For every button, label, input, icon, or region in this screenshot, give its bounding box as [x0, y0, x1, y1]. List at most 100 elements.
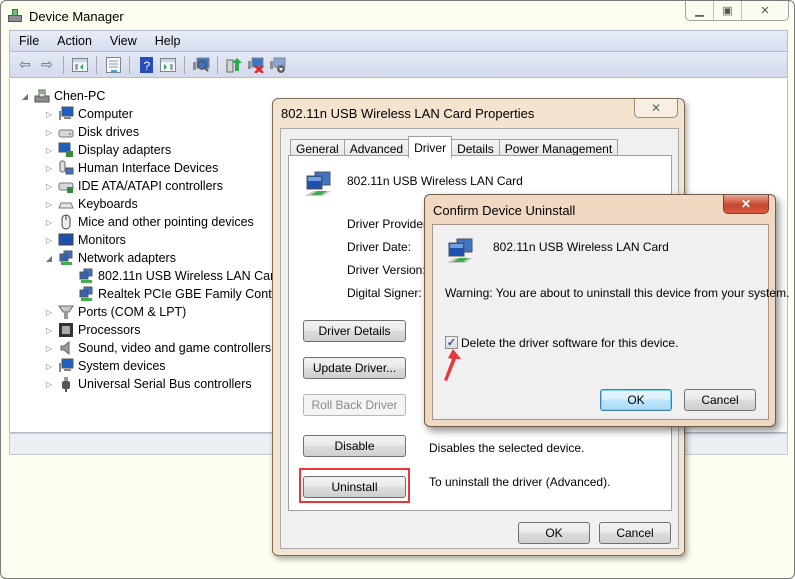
tree-item-label: Universal Serial Bus controllers: [78, 377, 252, 391]
update-driver-button[interactable]: Update Driver...: [303, 357, 406, 379]
tree-item-label: System devices: [78, 359, 166, 373]
menu-bar: File Action View Help: [9, 30, 788, 52]
expand-arrow-icon[interactable]: ▷: [44, 308, 54, 317]
properties-button[interactable]: [103, 56, 123, 74]
menu-view[interactable]: View: [101, 34, 146, 48]
tree-item-monitors[interactable]: ▷ Monitors: [44, 231, 126, 249]
close-icon: ✕: [650, 101, 662, 115]
tree-item-keyboards[interactable]: ▷ Keyboards: [44, 195, 138, 213]
uninstall-highlight-box: [299, 468, 410, 503]
tree-root[interactable]: ◢ Chen-PC: [20, 87, 106, 105]
menu-action[interactable]: Action: [48, 34, 101, 48]
toolbar-separator: [129, 55, 130, 74]
tree-item-mice[interactable]: ▷ Mice and other pointing devices: [44, 213, 254, 231]
speaker-icon: [60, 340, 70, 356]
tree-item-usb[interactable]: ▷ Universal Serial Bus controllers: [44, 375, 252, 393]
expand-arrow-icon[interactable]: ▷: [44, 164, 54, 173]
window-controls: ▁ ▣ ✕: [685, 1, 789, 21]
tree-item-disk-drives[interactable]: ▷ Disk drives: [44, 123, 139, 141]
properties-dialog-title: 802.11n USB Wireless LAN Card Properties: [281, 106, 535, 121]
collapse-arrow-icon[interactable]: ◢: [20, 92, 30, 101]
console-tree-button[interactable]: [70, 56, 90, 74]
tree-item-system-devices[interactable]: ▷ System devices: [44, 357, 166, 375]
properties-ok-button[interactable]: OK: [518, 522, 590, 544]
mouse-icon: [61, 214, 71, 230]
minimize-button[interactable]: ▁: [686, 1, 714, 20]
toolbar-separator: [217, 55, 218, 74]
expand-arrow-icon[interactable]: ▷: [44, 182, 54, 191]
tree-item-ports[interactable]: ▷ Ports (COM & LPT): [44, 303, 186, 321]
expand-arrow-icon[interactable]: ▷: [44, 362, 54, 371]
tree-item-label: Display adapters: [78, 143, 172, 157]
back-button[interactable]: ⇦: [15, 56, 35, 74]
confirm-ok-button[interactable]: OK: [600, 389, 672, 411]
disable-button-toolbar[interactable]: [268, 56, 288, 74]
expand-arrow-icon[interactable]: ▷: [44, 344, 54, 353]
tree-item-label: Monitors: [78, 233, 126, 247]
tree-item-label: Mice and other pointing devices: [78, 215, 254, 229]
tree-item-ide-controllers[interactable]: ▷ IDE ATA/ATAPI controllers: [44, 177, 223, 195]
tab-driver[interactable]: Driver: [408, 136, 453, 158]
expand-arrow-icon[interactable]: ▷: [44, 110, 54, 119]
confirm-close-button[interactable]: ✕: [723, 195, 769, 214]
tree-item-sound[interactable]: ▷ Sound, video and game controllers: [44, 339, 271, 357]
menu-file[interactable]: File: [10, 34, 48, 48]
disable-button[interactable]: Disable: [303, 435, 406, 457]
driver-details-button[interactable]: Driver Details: [303, 320, 406, 342]
tree-item-processors[interactable]: ▷ Processors: [44, 321, 141, 339]
minimize-icon: ▁: [695, 5, 704, 17]
action-pane-button[interactable]: [158, 56, 178, 74]
tree-item-label: Keyboards: [78, 197, 138, 211]
tree-item-label: Sound, video and game controllers: [78, 341, 272, 355]
expand-arrow-icon[interactable]: ▷: [44, 200, 54, 209]
computer-icon: [59, 106, 74, 120]
digital-signer-label: Digital Signer:: [347, 286, 422, 300]
maximize-button[interactable]: ▣: [714, 1, 742, 20]
update-driver-button[interactable]: [224, 56, 244, 74]
tree-item-display-adapters[interactable]: ▷ Display adapters: [44, 141, 171, 159]
tree-item-network-adapters[interactable]: ◢ Network adapters: [44, 249, 176, 267]
network-adapter-icon: [59, 250, 73, 265]
tree-item-label: Disk drives: [78, 125, 140, 139]
tree-item-realtek-controller[interactable]: Realtek PCIe GBE Family Controller: [74, 285, 299, 303]
confirm-cancel-button[interactable]: Cancel: [684, 389, 756, 411]
network-adapter-icon: [305, 171, 331, 196]
tree-item-wireless-lan-card[interactable]: 802.11n USB Wireless LAN Card: [74, 267, 281, 285]
svg-text:?: ?: [143, 59, 150, 73]
expand-arrow-icon[interactable]: ▷: [44, 146, 54, 155]
properties-close-button[interactable]: ✕: [634, 99, 678, 118]
driver-version-label: Driver Version:: [347, 263, 426, 277]
toolbar: ⇦ ⇨ ?: [9, 52, 788, 78]
confirm-device-name: 802.11n USB Wireless LAN Card: [493, 240, 669, 254]
uninstall-button-toolbar[interactable]: [246, 56, 266, 74]
delete-driver-label[interactable]: Delete the driver software for this devi…: [461, 336, 678, 350]
processor-icon: [59, 323, 73, 337]
toolbar-separator: [96, 55, 97, 74]
expand-arrow-icon[interactable]: ▷: [44, 380, 54, 389]
tree-item-hid[interactable]: ▷ Human Interface Devices: [44, 159, 218, 177]
close-icon: ✕: [760, 5, 770, 17]
close-button[interactable]: ✕: [742, 1, 788, 20]
tree-item-computer[interactable]: ▷ Computer: [44, 105, 133, 123]
action-pane-icon: [160, 57, 176, 72]
display-adapter-icon: [58, 142, 73, 157]
expand-arrow-icon[interactable]: ▷: [44, 218, 54, 227]
tree-item-label: 802.11n USB Wireless LAN Card: [98, 269, 282, 283]
help-button[interactable]: ?: [136, 56, 156, 74]
expand-arrow-icon[interactable]: ▷: [44, 326, 54, 335]
forward-button[interactable]: ⇨: [37, 56, 57, 74]
menu-help[interactable]: Help: [146, 34, 190, 48]
tree-item-label: Computer: [78, 107, 133, 121]
confirm-body: 802.11n USB Wireless LAN Card Warning: Y…: [432, 224, 789, 420]
collapse-arrow-icon[interactable]: ◢: [44, 254, 54, 263]
uninstall-icon: [248, 57, 264, 73]
system-device-icon: [59, 358, 74, 372]
properties-icon: [105, 56, 121, 73]
expand-arrow-icon[interactable]: ▷: [44, 236, 54, 245]
usb-icon: [62, 377, 70, 392]
toolbar-separator: [63, 55, 64, 74]
properties-cancel-button[interactable]: Cancel: [599, 522, 671, 544]
tree-item-label: Human Interface Devices: [78, 161, 219, 175]
scan-hardware-button[interactable]: [191, 56, 211, 74]
expand-arrow-icon[interactable]: ▷: [44, 128, 54, 137]
